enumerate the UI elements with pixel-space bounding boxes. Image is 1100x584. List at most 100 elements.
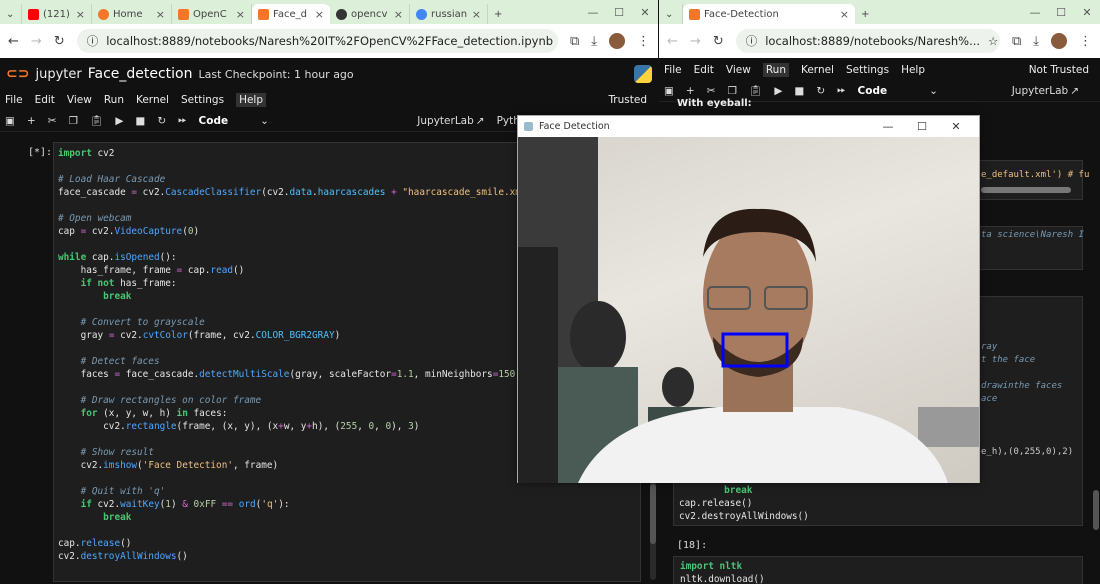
notebook-title[interactable]: Face_detection [88,66,193,82]
jupyter-icon [689,8,700,20]
new-tab-button[interactable]: + [488,4,512,24]
restart-icon[interactable]: ↻ [157,115,166,127]
jupyterlab-link[interactable]: JupyterLab [1012,85,1068,97]
minimize-icon[interactable]: — [871,120,905,133]
paste-icon[interactable]: 📋︎ [90,114,103,127]
menu-file[interactable]: File [664,64,682,76]
run-icon[interactable]: ▶ [115,115,123,127]
tab-face-detection[interactable]: Face_d × [252,4,330,24]
tab-list-button[interactable]: ⌄ [0,4,22,24]
back-icon[interactable]: ← [667,34,678,49]
close-window-icon[interactable]: ✕ [1074,6,1100,19]
add-cell-icon[interactable]: + [686,85,695,97]
forward-icon[interactable]: → [31,34,42,49]
profile-avatar[interactable] [609,33,625,49]
reload-icon[interactable]: ↻ [713,34,724,49]
menu-run[interactable]: Run [104,94,124,106]
menu-view[interactable]: View [726,64,751,76]
menu-help[interactable]: Help [901,64,925,76]
menu-kernel[interactable]: Kernel [136,94,169,106]
fast-forward-icon[interactable]: ⏩︎ [178,114,186,127]
chevron-down-icon[interactable]: ⌄ [929,85,938,97]
jupyter-icon [178,8,189,20]
menu-help[interactable]: Help [236,93,267,107]
menu-view[interactable]: View [67,94,92,106]
minimize-icon[interactable]: — [1022,6,1048,19]
close-window-icon[interactable]: ✕ [632,6,658,19]
extensions-icon[interactable]: ⧉ [570,34,579,49]
scrollbar-thumb[interactable] [1093,490,1099,530]
maximize-icon[interactable]: ☐ [905,120,939,133]
tab-home[interactable]: Home × [92,4,172,24]
code-cell-nltk[interactable]: import nltk nltk.download() [673,556,1083,584]
trusted-indicator[interactable]: Trusted [608,94,647,106]
close-icon[interactable]: × [156,8,165,21]
menu-file[interactable]: File [5,94,23,106]
tab-youtube[interactable]: (121) × [22,4,92,24]
chevron-down-icon[interactable]: ⌄ [260,115,269,127]
copy-icon[interactable]: ❐ [69,115,78,127]
site-info-icon[interactable]: ⓘ [87,33,99,49]
jupyterlab-link[interactable]: JupyterLab [417,115,473,127]
save-icon[interactable]: ▣ [664,85,674,97]
menu-kernel[interactable]: Kernel [801,64,834,76]
python-logo-icon [634,65,652,83]
cut-icon[interactable]: ✂ [48,115,57,127]
download-icon[interactable]: ⤓ [1033,34,1039,49]
menu-edit[interactable]: Edit [35,94,55,106]
cut-icon[interactable]: ✂ [707,85,716,97]
menu-run[interactable]: Run [762,63,789,77]
menu-settings[interactable]: Settings [846,64,889,76]
site-info-icon[interactable]: ⓘ [746,33,758,49]
menu-settings[interactable]: Settings [181,94,224,106]
save-icon[interactable]: ▣ [5,115,15,127]
popup-titlebar[interactable]: Face Detection — ☐ ✕ [518,116,979,137]
restart-icon[interactable]: ↻ [816,85,825,97]
menu-edit[interactable]: Edit [694,64,714,76]
run-icon[interactable]: ▶ [774,85,782,97]
close-icon[interactable]: × [236,8,245,21]
stop-icon[interactable]: ■ [794,85,804,97]
not-trusted-indicator[interactable]: Not Trusted [1029,64,1089,76]
bookmark-star-icon[interactable]: ☆ [988,34,998,48]
tab-list-button[interactable]: ⌄ [659,4,683,24]
maximize-icon[interactable]: ☐ [1048,6,1074,19]
add-cell-icon[interactable]: + [27,115,36,127]
cell-type-select[interactable]: Code [199,115,229,127]
address-bar: ← → ↻ ⓘ localhost:8889/notebooks/Naresh%… [0,24,658,58]
extensions-icon[interactable]: ⧉ [1012,34,1021,49]
fast-forward-icon[interactable]: ⏩︎ [837,84,845,97]
menu-kebab-icon[interactable]: ⋮ [637,34,650,49]
forward-icon[interactable]: → [690,34,701,49]
github-icon [336,8,347,20]
menu-kebab-icon[interactable]: ⋮ [1079,34,1092,49]
background-furniture [918,407,979,447]
close-icon[interactable]: × [840,8,849,21]
reload-icon[interactable]: ↻ [54,34,65,49]
tab-face-detection[interactable]: Face-Detection × [683,4,855,24]
h-scrollbar[interactable] [981,187,1071,193]
face-detection-window[interactable]: Face Detection — ☐ ✕ [517,115,980,483]
back-icon[interactable]: ← [8,34,19,49]
close-icon[interactable]: × [394,8,403,21]
download-icon[interactable]: ⤓ [591,34,597,49]
url-field[interactable]: ⓘ localhost:8889/notebooks/Naresh%... ☆ [735,29,1000,53]
cell-tail-code: break cap.release() cv2.destroyAllWindow… [679,485,809,522]
tab-github[interactable]: opencv × [330,4,410,24]
url-field[interactable]: ⓘ localhost:8889/notebooks/Naresh%20IT%2… [76,29,558,53]
tab-google[interactable]: russian × [410,4,488,24]
scrollbar-thumb[interactable] [650,484,656,544]
close-icon[interactable]: × [315,8,324,21]
tab-opencv[interactable]: OpenC × [172,4,252,24]
profile-avatar[interactable] [1051,33,1067,49]
maximize-icon[interactable]: ☐ [606,6,632,19]
copy-icon[interactable]: ❐ [728,85,737,97]
close-icon[interactable]: × [472,8,481,21]
stop-icon[interactable]: ■ [135,115,145,127]
close-icon[interactable]: × [76,8,85,21]
close-window-icon[interactable]: ✕ [939,120,973,133]
paste-icon[interactable]: 📋︎ [749,84,762,97]
new-tab-button[interactable]: + [855,4,879,24]
cell-type-select[interactable]: Code [858,85,888,97]
minimize-icon[interactable]: — [580,6,606,19]
